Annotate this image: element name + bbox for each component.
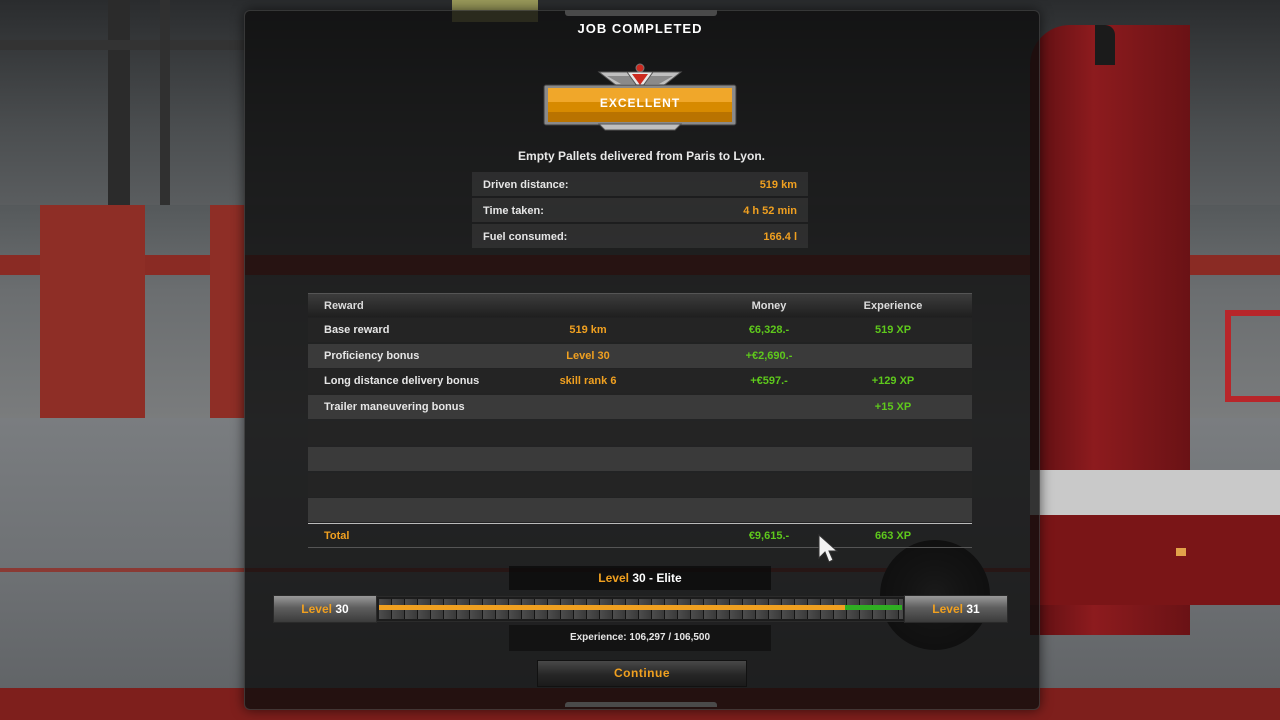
next-level-badge: Level 31: [904, 595, 1008, 623]
column-header-experience: Experience: [863, 300, 923, 312]
next-level-number: 31: [966, 602, 980, 616]
stat-value: 4 h 52 min: [743, 205, 797, 217]
trip-stats: Driven distance: 519 km Time taken: 4 h …: [472, 172, 808, 249]
dialog-top-tab: [565, 10, 717, 16]
continue-button[interactable]: Continue: [537, 660, 747, 687]
experience-progress-bar: [376, 596, 906, 622]
column-header-money: Money: [751, 300, 787, 312]
empty-row: [308, 498, 972, 522]
stat-label: Driven distance:: [483, 179, 569, 191]
reward-table: Reward Money Experience Base reward 519 …: [308, 293, 972, 548]
stat-label: Fuel consumed:: [483, 231, 568, 243]
dialog-title: JOB COMPLETED: [577, 21, 703, 36]
reward-xp: +15 XP: [874, 401, 912, 413]
reward-detail: Level 30: [566, 350, 610, 362]
reward-xp: +129 XP: [871, 375, 915, 387]
stat-value: 166.4 l: [763, 231, 797, 243]
progress-fill-previous: [379, 605, 845, 610]
total-divider: [308, 547, 972, 548]
progress-fill-gained: [845, 605, 902, 610]
experience-text: Experience: 106,297 / 106,500: [569, 632, 711, 643]
empty-row: [308, 421, 972, 445]
next-level-word: Level: [932, 602, 963, 616]
table-row: Base reward 519 km €6,328.- 519 XP: [308, 318, 972, 342]
reward-money: +€2,690.-: [745, 350, 793, 362]
stat-value: 519 km: [759, 179, 797, 191]
current-level-badge: Level 30: [273, 595, 377, 623]
table-row: Trailer maneuvering bonus +15 XP: [308, 395, 972, 419]
reward-money: €6,328.-: [748, 324, 790, 336]
truck-rack: [1225, 310, 1280, 402]
table-header: Reward Money Experience: [308, 293, 972, 317]
total-xp: 663 XP: [874, 530, 912, 542]
empty-row: [308, 447, 972, 471]
stat-time-taken: Time taken: 4 h 52 min: [472, 198, 808, 222]
table-row: Long distance delivery bonus skill rank …: [308, 369, 972, 393]
reward-xp: 519 XP: [874, 324, 912, 336]
total-label: Total: [324, 530, 350, 542]
stat-label: Time taken:: [483, 205, 544, 217]
level-title-rest: 30 - Elite: [632, 571, 682, 585]
red-pillar: [40, 205, 145, 420]
truck-bumper: [1030, 515, 1280, 605]
dialog-bottom-tab: [565, 702, 717, 707]
rating-label: EXCELLENT: [599, 96, 681, 110]
current-level-number: 30: [335, 602, 349, 616]
reward-detail: skill rank 6: [559, 375, 617, 387]
reward-money: +€597.-: [750, 375, 788, 387]
column-header-reward: Reward: [324, 300, 364, 312]
rating-emblem: EXCELLENT: [543, 60, 737, 132]
stat-driven-distance: Driven distance: 519 km: [472, 172, 808, 196]
truck-chassis: [1030, 470, 1280, 515]
reward-name: Trailer maneuvering bonus: [324, 401, 465, 413]
reward-name: Base reward: [324, 324, 390, 336]
delivery-summary: Empty Pallets delivered from Paris to Ly…: [518, 149, 765, 163]
reward-detail: 519 km: [569, 324, 607, 336]
red-pillar: [210, 205, 245, 420]
empty-row: [308, 473, 972, 497]
level-title: Level 30 - Elite: [509, 566, 771, 590]
total-money: €9,615.-: [748, 530, 790, 542]
stat-fuel-consumed: Fuel consumed: 166.4 l: [472, 224, 808, 248]
total-row: Total €9,615.- 663 XP: [308, 524, 972, 547]
reward-name: Long distance delivery bonus: [324, 375, 480, 387]
steel-beam: [0, 40, 245, 50]
mouse-pointer-icon: [818, 534, 838, 563]
table-row: Proficiency bonus Level 30 +€2,690.-: [308, 344, 972, 368]
level-title-prefix: Level: [598, 571, 629, 585]
current-level-word: Level: [301, 602, 332, 616]
reward-name: Proficiency bonus: [324, 350, 420, 362]
truck-lamp: [1176, 548, 1186, 556]
